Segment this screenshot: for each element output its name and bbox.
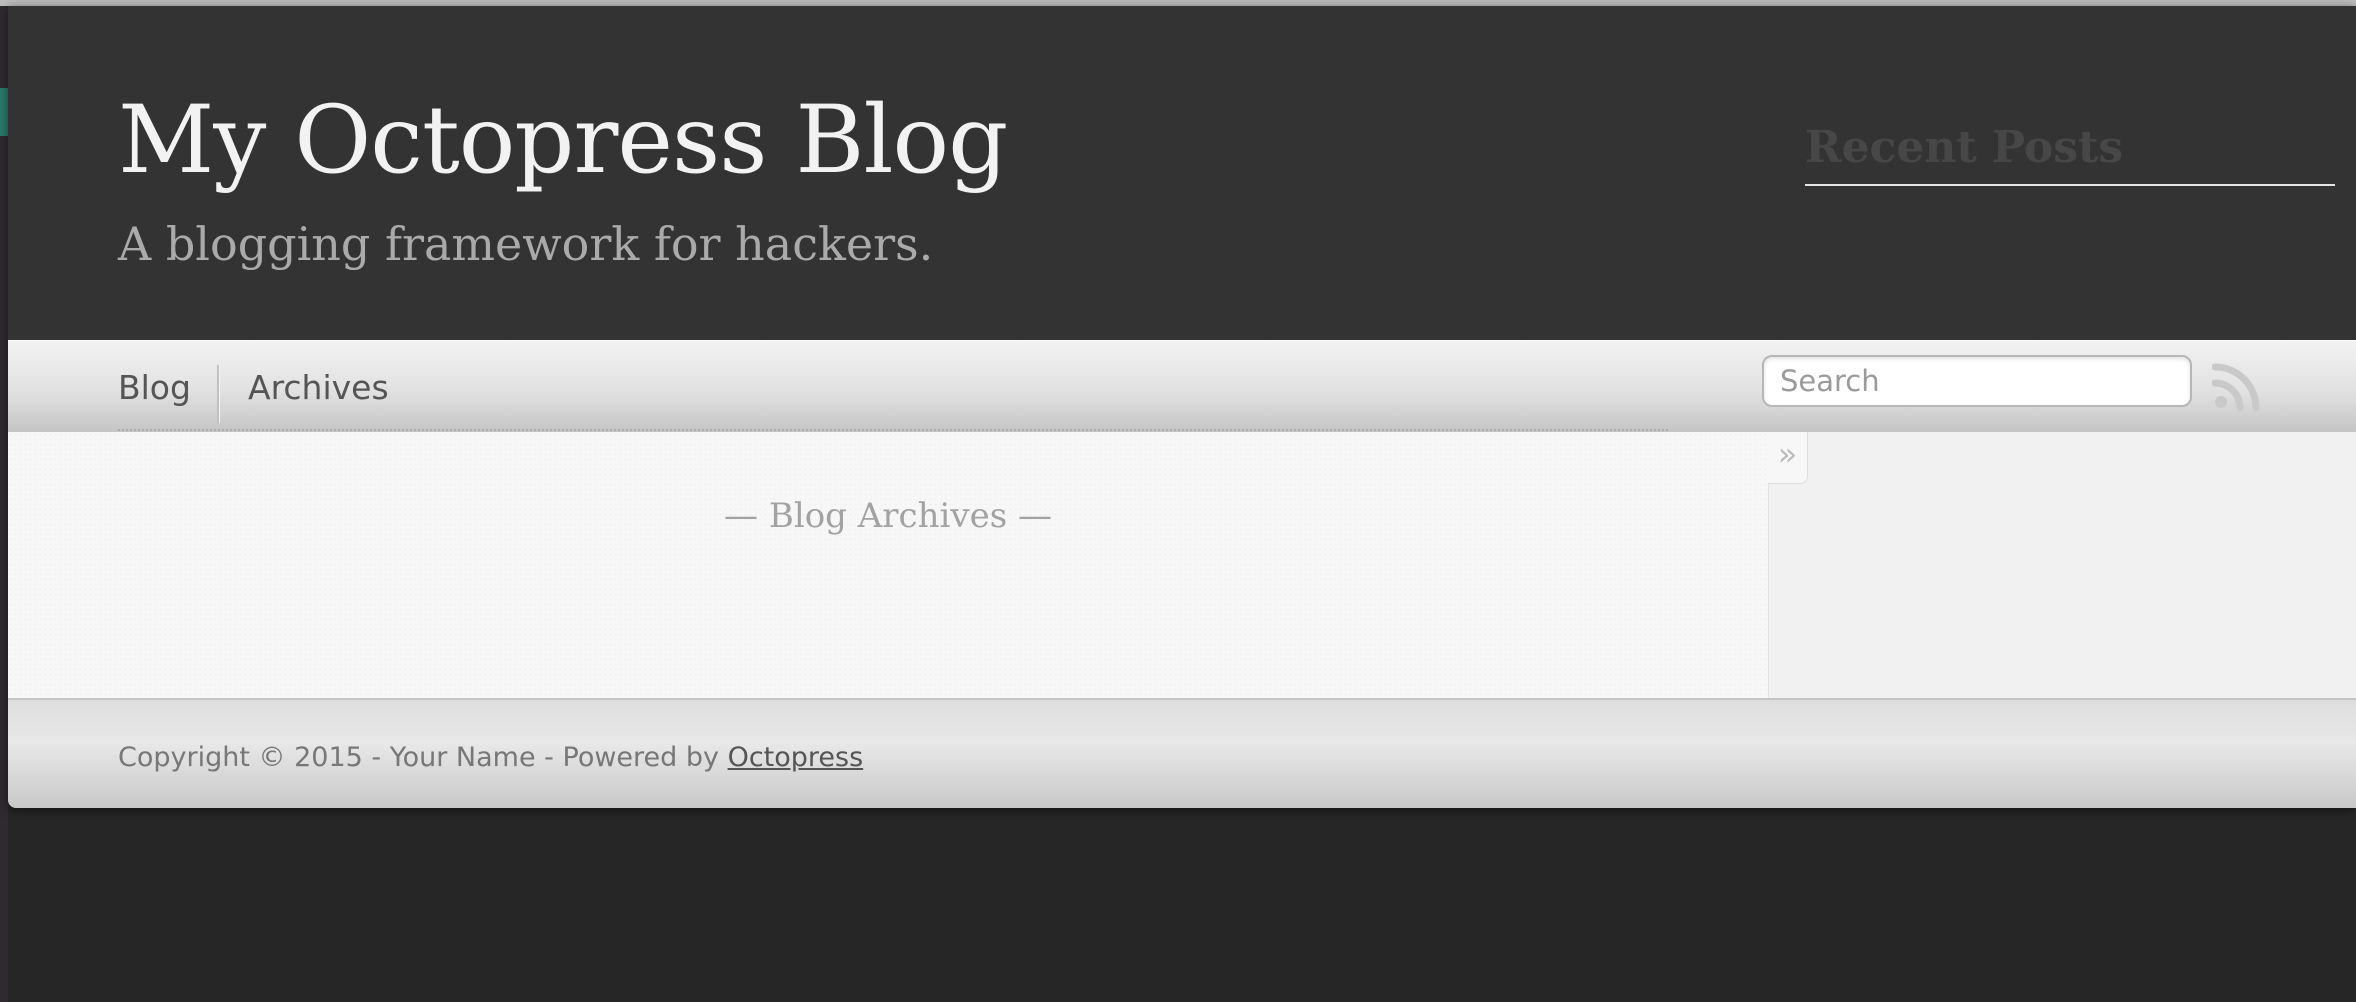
- blog-page: My Octopress Blog A blogging framework f…: [8, 6, 2356, 808]
- footer-copyright: Copyright © 2015 - Your Name - Powered b…: [118, 738, 863, 778]
- search-input[interactable]: [1762, 355, 2192, 407]
- nav-link-archives[interactable]: Archives: [248, 365, 389, 411]
- site-footer: Copyright © 2015 - Your Name - Powered b…: [8, 698, 2356, 808]
- nav-divider: [217, 365, 220, 423]
- nav-dotted-underline: [118, 429, 1668, 431]
- site-title[interactable]: My Octopress Blog: [118, 86, 1008, 196]
- main-navigation: Blog Archives: [8, 340, 2356, 434]
- left-window-edge: [0, 6, 8, 1002]
- blog-archives-heading: — Blog Archives —: [724, 496, 1052, 536]
- footer-octopress-link[interactable]: Octopress: [728, 742, 864, 773]
- site-subtitle: A blogging framework for hackers.: [118, 217, 934, 271]
- sidebar-toggle-button[interactable]: »: [1768, 432, 1808, 484]
- rss-icon[interactable]: [2212, 361, 2262, 411]
- sidebar: [1768, 432, 2356, 698]
- footer-copyright-text: Copyright © 2015 - Your Name - Powered b…: [118, 742, 728, 773]
- recent-posts-divider: [1805, 184, 2335, 186]
- left-edge-accent: [0, 88, 8, 136]
- nav-link-blog[interactable]: Blog: [118, 365, 191, 411]
- recent-posts-heading: Recent Posts: [1805, 122, 2124, 173]
